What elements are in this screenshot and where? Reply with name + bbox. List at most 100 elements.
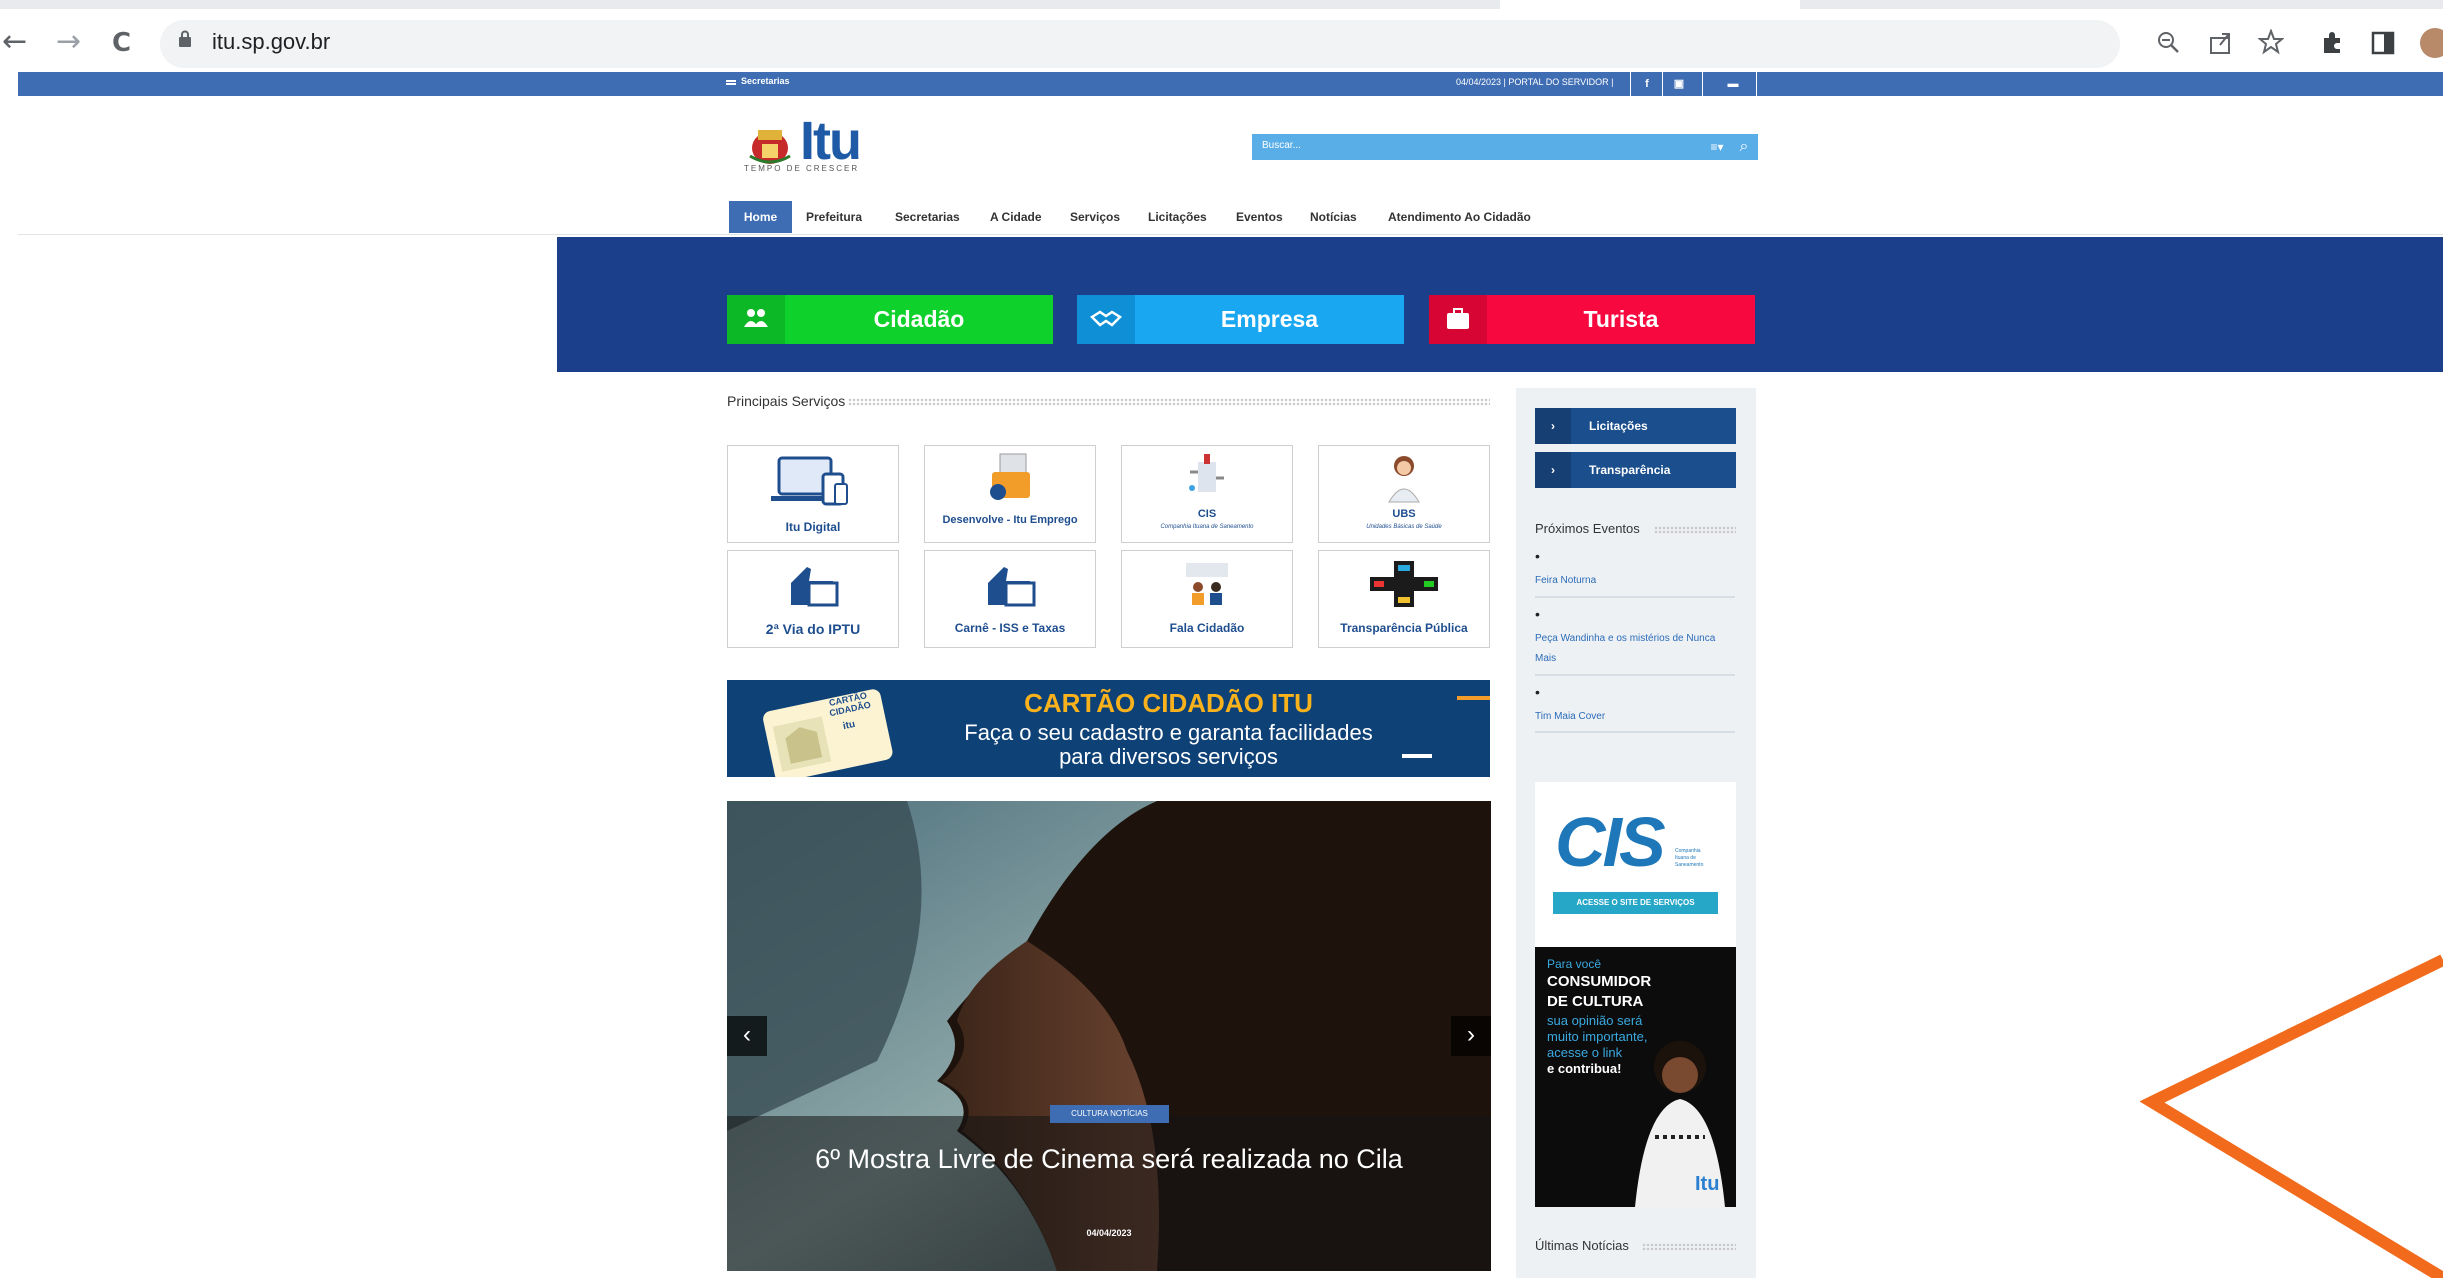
card-label: 2ª Via do IPTU xyxy=(765,621,861,637)
service-card-carne-iss[interactable]: Carnê - ISS e Taxas xyxy=(924,550,1096,648)
thumbs-up-icon xyxy=(791,567,839,607)
culture-survey-ad[interactable]: Para você CONSUMIDOR DE CULTURA sua opin… xyxy=(1535,947,1736,1207)
empresa-button[interactable]: Empresa xyxy=(1077,295,1404,344)
search-bar[interactable] xyxy=(1252,134,1758,160)
logo-tagline: TEMPO DE CRESCER xyxy=(744,164,860,173)
transparency-icon xyxy=(1370,561,1438,607)
sidebar-button-label: Licitações xyxy=(1589,419,1648,433)
slide-caption-panel xyxy=(727,1116,1491,1271)
sidebar-button-label: Transparência xyxy=(1589,463,1671,477)
slide-title[interactable]: 6º Mostra Livre de Cinema será realizada… xyxy=(787,1141,1431,1177)
doctor-icon xyxy=(1388,456,1420,503)
ad-text: CONSUMIDOR xyxy=(1547,973,1652,990)
card-label: UBS xyxy=(1392,508,1416,520)
event-link[interactable]: Peça Wandinha e os mistérios de Nunca Ma… xyxy=(1535,629,1735,669)
turista-label: Turista xyxy=(1583,306,1659,332)
cidadao-button[interactable]: Cidadão xyxy=(727,295,1053,344)
annotation-arrow xyxy=(2140,954,2443,1278)
menu-licitacoes[interactable]: Licitações xyxy=(1148,203,1207,231)
chevron-right-icon: › xyxy=(1535,452,1571,488)
card-label: Desenvolve - Itu Emprego xyxy=(942,514,1078,526)
search-filter-icon[interactable]: ≡▾ xyxy=(1702,134,1732,160)
reload-icon[interactable]: C xyxy=(112,28,131,58)
menu-noticias[interactable]: Notícias xyxy=(1310,203,1357,231)
instagram-icon[interactable]: ▣ xyxy=(1666,74,1692,94)
url-text[interactable]: itu.sp.gov.br xyxy=(212,29,330,55)
turista-button[interactable]: Turista xyxy=(1429,295,1755,344)
coat-of-arms-icon[interactable] xyxy=(744,122,796,168)
tab-strip-right xyxy=(1800,0,2443,9)
ad-text: Para você xyxy=(1547,957,1602,971)
event-bullet: • xyxy=(1535,548,1540,564)
event-link[interactable]: Feira Noturna xyxy=(1535,571,1735,591)
cis-logo: CIS xyxy=(1555,803,1666,881)
slider-prev-button[interactable]: ‹ xyxy=(727,1016,767,1056)
service-card-itu-digital[interactable]: Itu Digital xyxy=(727,445,899,543)
cartao-cidadao-banner[interactable]: CARTÃO CIDADÃO itu CARTÃO CIDADÃO ITU Fa… xyxy=(727,680,1490,777)
card-label: Carnê - ISS e Taxas xyxy=(954,621,1066,635)
service-card-iptu[interactable]: 2ª Via do IPTU xyxy=(727,550,899,648)
cis-ad[interactable]: CIS Companhia Ituana de Saneamento ACESS… xyxy=(1535,782,1736,947)
chevron-right-icon: › xyxy=(1535,408,1571,444)
banner-line: para diversos serviços xyxy=(1059,744,1278,769)
users-icon xyxy=(727,295,785,344)
menu-eventos[interactable]: Eventos xyxy=(1236,203,1283,231)
cidadao-label: Cidadão xyxy=(873,306,965,332)
services-title: Principais Serviços xyxy=(727,393,846,409)
dotted-divider xyxy=(848,398,1490,406)
cis-tagline: Companhia Ituana de Saneamento xyxy=(1675,848,1704,868)
search-input[interactable]: Buscar... xyxy=(1262,140,1301,151)
extensions-icon[interactable] xyxy=(2320,29,2346,55)
lock-icon xyxy=(179,30,191,47)
card-label: Fala Cidadão xyxy=(1169,621,1245,635)
ad-text: e contribua! xyxy=(1547,1061,1622,1076)
back-icon[interactable]: ← xyxy=(2,27,27,57)
ad-text: DE CULTURA xyxy=(1547,993,1644,1010)
menu-prefeitura[interactable]: Prefeitura xyxy=(806,203,862,231)
service-card-transparencia[interactable]: Transparência Pública xyxy=(1318,550,1490,648)
menu-home[interactable]: Home xyxy=(729,201,792,233)
secretarias-link[interactable]: Secretarias xyxy=(741,76,790,86)
profile-icon[interactable] xyxy=(2420,28,2443,58)
facebook-icon[interactable]: f xyxy=(1634,74,1660,94)
ad-text: acesse o link xyxy=(1547,1045,1623,1060)
sidepanel-icon[interactable] xyxy=(2370,30,2396,56)
menu-secretarias[interactable]: Secretarias xyxy=(895,203,960,231)
card-label: Transparência Pública xyxy=(1340,621,1468,635)
dotted-divider xyxy=(1642,1243,1736,1251)
zoom-icon[interactable] xyxy=(2156,30,2182,56)
sidebar-transparencia-button[interactable]: › Transparência xyxy=(1535,452,1736,488)
service-card-cis[interactable]: CIS Companhia Ituana de Saneamento xyxy=(1121,445,1293,543)
share-icon[interactable] xyxy=(2208,30,2234,56)
news-slider[interactable]: CULTURA NOTÍCIAS 6º Mostra Livre de Cine… xyxy=(727,801,1491,1271)
forward-icon[interactable]: → xyxy=(56,27,81,57)
service-card-desenvolve[interactable]: Desenvolve - Itu Emprego xyxy=(924,445,1096,543)
banner-line: Faça o seu cadastro e garanta facilidade… xyxy=(964,720,1373,745)
star-icon[interactable] xyxy=(2258,29,2284,55)
devices-icon xyxy=(771,456,848,506)
menu-icon[interactable] xyxy=(726,80,736,82)
card-sublabel: Companhia Ituana de Saneamento xyxy=(1160,524,1254,530)
address-bar[interactable] xyxy=(160,20,2120,68)
date-portal-link[interactable]: 04/04/2023 | PORTAL DO SERVIDOR | xyxy=(1456,77,1613,87)
handshake-icon xyxy=(1077,295,1135,344)
search-icon[interactable]: ⌕ xyxy=(1730,134,1758,160)
topbar-divider xyxy=(1702,72,1703,96)
menu-servicos[interactable]: Serviços xyxy=(1070,203,1120,231)
slider-next-button[interactable]: › xyxy=(1451,1016,1491,1056)
topbar-divider xyxy=(1662,72,1663,96)
slide-category-tag[interactable]: CULTURA NOTÍCIAS xyxy=(1050,1105,1169,1123)
menu-atendimento[interactable]: Atendimento Ao Cidadão xyxy=(1388,203,1531,231)
event-link[interactable]: Tim Maia Cover xyxy=(1535,707,1735,727)
topbar-divider xyxy=(1630,72,1631,96)
youtube-icon[interactable]: ▬ xyxy=(1720,74,1746,94)
thumbs-up-icon xyxy=(988,567,1036,607)
service-card-ubs[interactable]: UBS Unidades Básicas de Saúde xyxy=(1318,445,1490,543)
menu-a-cidade[interactable]: A Cidade xyxy=(990,203,1042,231)
service-card-fala-cidadao[interactable]: Fala Cidadão xyxy=(1121,550,1293,648)
cis-services-button[interactable]: ACESSE O SITE DE SERVIÇOS xyxy=(1553,892,1718,914)
water-tap-icon xyxy=(1189,454,1224,492)
decor-stripe xyxy=(1402,754,1432,758)
itu-logo[interactable]: Itu xyxy=(800,110,862,172)
sidebar-licitacoes-button[interactable]: › Licitações xyxy=(1535,408,1736,444)
